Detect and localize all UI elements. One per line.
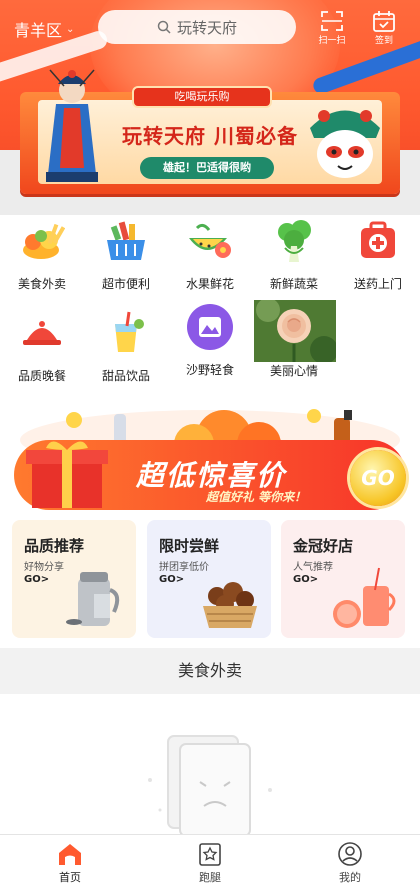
scan-icon [321,11,343,31]
grapefruit-juice-icon [333,567,396,628]
city-name: 青羊区 [14,21,63,40]
fruit-icon [189,223,231,258]
food-delivery-icon [23,223,66,259]
card-title: 限时尝鲜 [159,537,220,555]
vegetable-icon [278,220,311,262]
signin-label: 签到 [374,36,393,46]
card-title: 金冠好店 [293,537,354,555]
dinner-cloche-icon [23,321,61,345]
chestnut-basket-icon [203,582,257,628]
category-label: 美丽心情 [269,364,318,378]
card-subtitle: 好物分享 [24,562,64,573]
category-vegetable[interactable]: 新鲜蔬菜 [252,218,336,292]
category-food-delivery[interactable]: 美食外卖 [0,218,84,292]
errand-star-icon [199,843,221,866]
card-quality-recommend[interactable]: 品质推荐 好物分享 GO> [12,520,136,638]
promo-subtitle: 超值好礼 等你来！ [206,490,307,504]
card-limited-time[interactable]: 限时尝鲜 拼团享低价 GO> [147,520,271,638]
bottom-tab-bar: 首页 跑腿 我的 [0,834,420,887]
category-label: 沙野轻食 [185,363,234,377]
card-go-link[interactable]: GO> [293,574,318,585]
category-label: 品质晚餐 [17,369,66,383]
category-beautiful-mood[interactable]: 美丽心情 [252,362,336,379]
empty-state-icon [148,735,272,837]
tab-errand[interactable]: 跑腿 [170,841,250,885]
soymilk-maker-icon [66,572,120,626]
search-placeholder: 玩转天府 [176,18,237,37]
promo-go-button[interactable]: GO [350,450,406,506]
category-label: 超市便利 [101,277,150,291]
category-medicine[interactable]: 送药上门 [336,218,420,292]
card-subtitle: 人气推荐 [293,562,333,573]
calendar-check-icon [373,11,395,32]
tab-label: 首页 [59,871,81,884]
category-supermarket[interactable]: 超市便利 [84,218,168,292]
promo-banner[interactable]: 超低惊喜价 超值好礼 等你来！ GO [14,400,406,512]
category-label: 美食外卖 [17,277,66,291]
chevron-down-icon: ⌄ [66,23,75,35]
card-go-link[interactable]: GO> [24,574,49,585]
category-quality-dinner[interactable]: 品质晚餐 [0,310,84,384]
tab-profile[interactable]: 我的 [310,841,390,885]
banner-title: 玩转天府 川蜀必备 [122,124,298,148]
profile-icon [338,842,362,866]
tab-label: 我的 [339,871,361,884]
category-label: 新鲜蔬菜 [269,277,318,291]
category-label: 水果鲜花 [185,277,234,291]
search-input[interactable]: 玩转天府 [98,10,296,44]
mountain-photo-icon [187,304,233,350]
search-icon [157,20,171,34]
home-icon [59,844,81,865]
drink-icon [115,311,144,352]
scan-button[interactable]: 扫一扫 [312,10,352,48]
tab-home[interactable]: 首页 [30,841,110,885]
city-selector[interactable]: 青羊区 ⌄ [14,17,74,41]
card-go-link[interactable]: GO> [159,574,184,585]
tab-label: 跑腿 [199,871,221,884]
banner-subtitle: 雄起！巴适得很哟 [140,157,274,179]
opera-figure-illustration [46,69,98,182]
category-label: 送药上门 [353,277,402,291]
category-light-meal[interactable]: 沙野轻食 [168,304,252,378]
gift-box-icon [26,441,108,508]
signin-button[interactable]: 签到 [364,10,404,48]
scan-label: 扫一扫 [318,36,346,46]
card-title: 品质推荐 [24,537,85,555]
medicine-box-icon [361,221,395,258]
rose-photo[interactable] [254,300,336,362]
banner-tag: 吃喝玩乐购 [132,86,272,108]
panda-mask-illustration [310,110,380,178]
card-golden-shop[interactable]: 金冠好店 人气推荐 GO> [281,520,405,638]
shopping-basket-icon [107,221,145,260]
category-label: 甜品饮品 [101,369,150,383]
section-title: 美食外卖 [0,648,420,694]
category-fruit-flower[interactable]: 水果鲜花 [168,218,252,292]
category-dessert-drink[interactable]: 甜品饮品 [84,310,168,384]
